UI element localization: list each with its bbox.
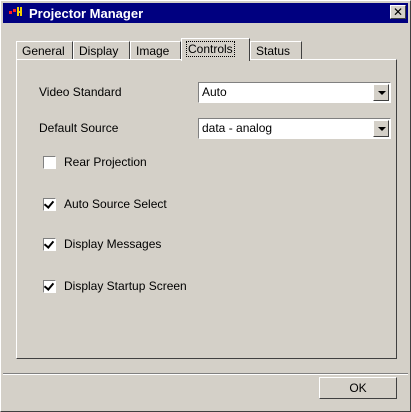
close-icon: ✕ [392,5,404,19]
display-startup-screen-label[interactable]: Display Startup Screen [64,279,187,293]
chevron-down-icon[interactable] [373,84,389,101]
auto-source-select-label[interactable]: Auto Source Select [64,197,167,211]
window-title: Projector Manager [29,6,144,21]
close-button[interactable]: ✕ [390,5,406,19]
checkmark-icon [43,198,55,209]
display-startup-screen-checkbox[interactable] [43,280,56,293]
footer-divider [3,373,408,375]
checkmark-icon [43,280,55,291]
rear-projection-checkbox[interactable] [43,156,56,169]
rear-projection-label[interactable]: Rear Projection [64,155,147,169]
tab-general[interactable]: General [16,41,73,60]
video-standard-select[interactable]: Auto [198,82,391,103]
title-bar[interactable]: Projector Manager ✕ [3,3,408,23]
chevron-down-icon[interactable] [373,120,389,137]
ok-button[interactable]: OK [319,377,397,399]
projector-manager-window: Projector Manager ✕ General Display Imag… [0,0,411,412]
tab-display[interactable]: Display [73,41,130,60]
tab-label: Display [79,44,119,58]
video-standard-label: Video Standard [39,85,122,99]
checkmark-icon [43,238,55,249]
tab-controls[interactable]: Controls [181,38,250,61]
display-messages-label[interactable]: Display Messages [64,237,161,251]
default-source-label: Default Source [39,121,119,135]
display-messages-checkbox[interactable] [43,238,56,251]
tab-status[interactable]: Status [250,41,302,60]
controls-panel: Video Standard Auto Default Source data … [16,59,397,359]
default-source-select[interactable]: data - analog [198,118,391,139]
tab-label: Controls [186,41,235,57]
tab-label: General [22,44,65,58]
projector-app-icon [9,7,22,16]
default-source-value: data - analog [202,121,273,135]
auto-source-select-checkbox[interactable] [43,198,56,211]
tab-image[interactable]: Image [130,41,181,60]
video-standard-value: Auto [202,85,227,99]
tab-label: Status [256,44,291,58]
tab-label: Image [136,44,170,58]
